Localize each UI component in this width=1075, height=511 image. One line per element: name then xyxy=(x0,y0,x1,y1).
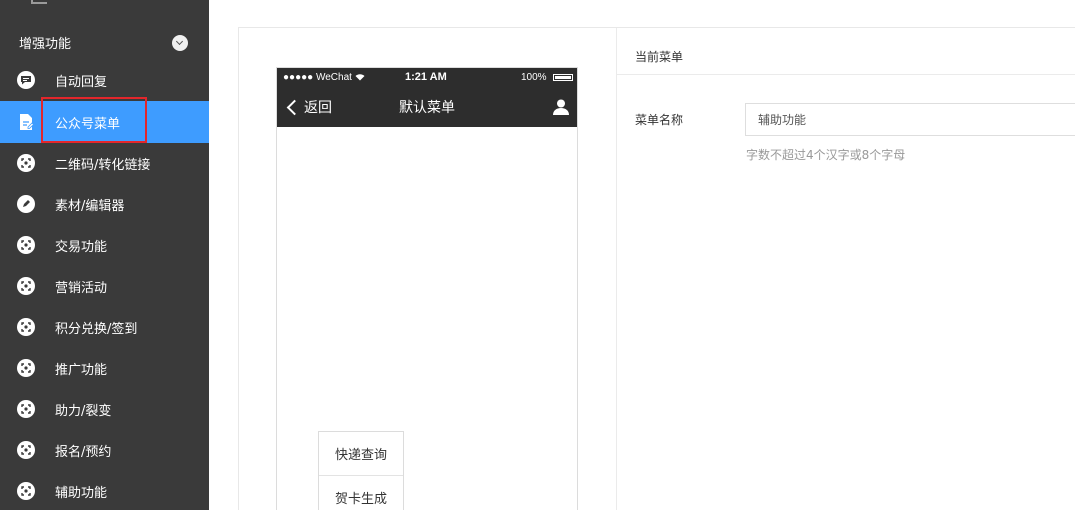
pencil-icon xyxy=(17,195,35,213)
status-battery: 100% xyxy=(521,72,547,83)
module-icon xyxy=(17,318,35,336)
sidebar-item-auto-reply[interactable]: 自动回复 xyxy=(0,60,209,100)
module-icon xyxy=(17,236,35,254)
phone-title: 默认菜单 xyxy=(399,100,455,116)
sidebar: 增强功能 自动回复 公众号菜单 二维码/转化链接 素材/编辑器 交易功能 营销活… xyxy=(0,0,209,510)
status-bar: ●●●●● WeChat 1:21 AM 100% xyxy=(277,68,577,88)
current-menu-title: 当前菜单 xyxy=(635,50,684,64)
status-carrier: ●●●●● WeChat xyxy=(283,72,365,83)
sidebar-item-points[interactable]: 积分兑换/签到 xyxy=(0,307,209,347)
sidebar-section-title: 增强功能 xyxy=(19,36,72,52)
sidebar-item-trade[interactable]: 交易功能 xyxy=(0,225,209,265)
module-icon xyxy=(17,154,35,172)
menu-name-input[interactable] xyxy=(745,103,1075,136)
sidebar-item-label: 助力/裂变 xyxy=(55,403,112,419)
module-icon xyxy=(17,359,35,377)
document-edit-icon xyxy=(17,113,35,131)
carrier-text: ●●●●● WeChat xyxy=(283,72,352,83)
wifi-icon xyxy=(355,74,365,81)
sidebar-item-label: 推广功能 xyxy=(55,362,108,378)
chevron-down-icon[interactable] xyxy=(172,35,188,51)
menu-name-label: 菜单名称 xyxy=(635,113,684,127)
sidebar-item-marketing[interactable]: 营销活动 xyxy=(0,266,209,306)
sidebar-item-material-editor[interactable]: 素材/编辑器 xyxy=(0,184,209,224)
battery-icon xyxy=(553,74,573,81)
sidebar-section-header[interactable]: 增强功能 xyxy=(0,24,209,60)
module-icon xyxy=(17,400,35,418)
highlight-annotation xyxy=(41,97,147,143)
sidebar-item-label: 交易功能 xyxy=(55,239,108,255)
status-time: 1:21 AM xyxy=(405,71,447,83)
sidebar-item-label: 辅助功能 xyxy=(55,485,108,501)
sidebar-item-label: 自动回复 xyxy=(55,74,108,90)
sidebar-item-boost[interactable]: 助力/裂变 xyxy=(0,389,209,429)
sidebar-item-label: 报名/预约 xyxy=(55,444,112,460)
chat-bubble-icon xyxy=(17,71,35,89)
sidebar-item-label: 营销活动 xyxy=(55,280,108,296)
sidebar-item-auxiliary[interactable]: 辅助功能 xyxy=(0,471,209,511)
sidebar-item-label: 二维码/转化链接 xyxy=(55,157,151,173)
submenu-item[interactable]: 快递查询 xyxy=(319,432,403,474)
phone-header: ●●●●● WeChat 1:21 AM 100% 返回 默认菜单 xyxy=(277,68,577,127)
sidebar-item-signup[interactable]: 报名/预约 xyxy=(0,430,209,470)
submenu-item[interactable]: 贺卡生成 xyxy=(319,475,403,511)
module-icon xyxy=(17,277,35,295)
sidebar-top-icon xyxy=(31,0,47,4)
menu-name-hint: 字数不超过4个汉字或8个字母 xyxy=(746,148,906,162)
sidebar-item-qrcode[interactable]: 二维码/转化链接 xyxy=(0,143,209,183)
module-icon xyxy=(17,441,35,459)
panel-divider xyxy=(616,28,617,510)
sidebar-item-promotion[interactable]: 推广功能 xyxy=(0,348,209,388)
sidebar-item-label: 积分兑换/签到 xyxy=(55,321,138,337)
submenu-popup: 快递查询 贺卡生成 xyxy=(318,431,404,510)
sidebar-item-label: 素材/编辑器 xyxy=(55,198,125,214)
section-divider xyxy=(617,74,1075,75)
module-icon xyxy=(17,482,35,500)
user-icon[interactable] xyxy=(552,98,570,116)
